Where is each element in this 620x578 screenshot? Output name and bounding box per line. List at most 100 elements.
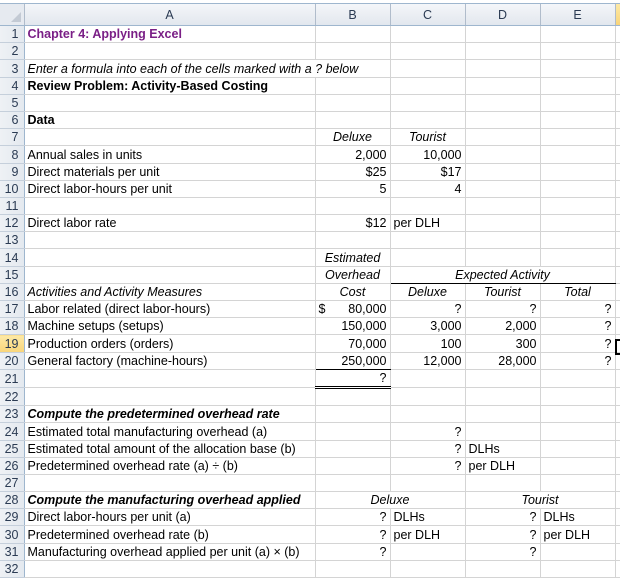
row-header-selected[interactable]: 19 bbox=[0, 334, 25, 353]
cell-d8[interactable] bbox=[465, 145, 541, 164]
cell-c29[interactable]: DLHs bbox=[390, 508, 466, 527]
row-header[interactable]: 8 bbox=[0, 145, 25, 164]
cell-b1[interactable] bbox=[315, 25, 391, 44]
row-header[interactable]: 27 bbox=[0, 474, 25, 493]
cell-e32[interactable] bbox=[540, 560, 616, 578]
cell-b10[interactable]: 5 bbox=[315, 180, 391, 198]
column-header-a[interactable]: A bbox=[24, 4, 316, 26]
cell-a1[interactable]: Chapter 4: Applying Excel bbox=[24, 25, 316, 44]
cell-c21[interactable] bbox=[390, 369, 466, 388]
cell-d20[interactable]: 28,000 bbox=[465, 352, 541, 370]
cell-b15[interactable]: Overhead bbox=[315, 266, 391, 284]
row-header[interactable]: 30 bbox=[0, 525, 25, 544]
cell-a23[interactable]: Compute the predetermined overhead rate bbox=[24, 405, 316, 424]
cell-d25[interactable]: DLHs bbox=[465, 440, 541, 458]
row-header[interactable]: 15 bbox=[0, 266, 25, 284]
cell-e27[interactable] bbox=[540, 474, 616, 493]
cell-c6[interactable] bbox=[390, 111, 466, 130]
cell-a10[interactable]: Direct labor-hours per unit bbox=[24, 180, 316, 198]
cell-e17[interactable]: ? bbox=[540, 300, 616, 319]
cell-e9[interactable] bbox=[540, 163, 616, 181]
cell-c12[interactable]: per DLH bbox=[390, 214, 466, 233]
row-header[interactable]: 16 bbox=[0, 283, 25, 302]
cell-c26[interactable]: ? bbox=[390, 457, 466, 475]
cell-f22[interactable] bbox=[615, 387, 620, 407]
cell-c13[interactable] bbox=[390, 231, 466, 250]
cell-f27[interactable] bbox=[615, 474, 620, 493]
cell-a20[interactable]: General factory (machine-hours) bbox=[24, 352, 316, 370]
cell-c16[interactable]: Deluxe bbox=[390, 283, 466, 302]
row-header[interactable]: 23 bbox=[0, 405, 25, 424]
cell-b2[interactable] bbox=[315, 42, 391, 61]
select-all-button[interactable] bbox=[0, 4, 25, 26]
row-header[interactable]: 3 bbox=[0, 59, 25, 78]
cell-e3[interactable] bbox=[540, 59, 616, 78]
cell-e26[interactable] bbox=[540, 457, 616, 475]
cell-a26[interactable]: Predetermined overhead rate (a) ÷ (b) bbox=[24, 457, 316, 475]
cell-d3[interactable] bbox=[465, 59, 541, 78]
cell-c3[interactable] bbox=[390, 59, 466, 78]
row-header[interactable]: 21 bbox=[0, 369, 25, 388]
column-header-e[interactable]: E bbox=[540, 4, 616, 26]
cell-b27[interactable] bbox=[315, 474, 391, 493]
cell-e22[interactable] bbox=[540, 387, 616, 407]
cell-a29[interactable]: Direct labor-hours per unit (a) bbox=[24, 508, 316, 527]
row-header[interactable]: 11 bbox=[0, 197, 25, 216]
cell-f3[interactable] bbox=[615, 59, 620, 78]
cell-d32[interactable] bbox=[465, 560, 541, 578]
cell-b19[interactable]: 70,000 bbox=[315, 334, 391, 353]
cell-c1[interactable] bbox=[390, 25, 466, 44]
cell-a19[interactable]: Production orders (orders) bbox=[24, 334, 316, 353]
cell-a24[interactable]: Estimated total manufacturing overhead (… bbox=[24, 422, 316, 441]
cell-e20[interactable]: ? bbox=[540, 352, 616, 370]
row-header[interactable]: 6 bbox=[0, 111, 25, 130]
cell-f6[interactable] bbox=[615, 111, 620, 130]
cell-c19[interactable]: 100 bbox=[390, 334, 466, 353]
row-header[interactable]: 18 bbox=[0, 317, 25, 336]
cell-e5[interactable] bbox=[540, 94, 616, 112]
cell-f4[interactable] bbox=[615, 77, 620, 95]
cell-d26[interactable]: per DLH bbox=[465, 457, 541, 475]
cell-f7[interactable] bbox=[615, 128, 620, 147]
cell-c10[interactable]: 4 bbox=[390, 180, 466, 198]
cell-f30[interactable] bbox=[615, 525, 620, 544]
cell-f24[interactable] bbox=[615, 422, 620, 441]
cell-b26[interactable] bbox=[315, 457, 391, 475]
cell-e14[interactable] bbox=[540, 248, 616, 267]
cell-d7[interactable] bbox=[465, 128, 541, 147]
cell-a3[interactable]: Enter a formula into each of the cells m… bbox=[24, 59, 358, 78]
cell-b18[interactable]: 150,000 bbox=[315, 317, 391, 336]
cell-b32[interactable] bbox=[315, 560, 391, 578]
cell-f26[interactable] bbox=[615, 457, 620, 475]
cell-a31[interactable]: Manufacturing overhead applied per unit … bbox=[24, 543, 316, 561]
row-header[interactable]: 32 bbox=[0, 560, 25, 578]
spreadsheet-grid[interactable]: A B C D E 1 Chapter 4: Applying Excel 2 … bbox=[0, 4, 620, 578]
cell-a9[interactable]: Direct materials per unit bbox=[24, 163, 316, 181]
cell-b12[interactable]: $12 bbox=[315, 214, 391, 233]
cell-f29[interactable] bbox=[615, 508, 620, 527]
cell-f23[interactable] bbox=[615, 405, 620, 424]
cell-c25[interactable]: ? bbox=[390, 440, 466, 458]
cell-f12[interactable] bbox=[615, 214, 620, 233]
cell-a32[interactable] bbox=[24, 560, 316, 578]
cell-b14[interactable]: Estimated bbox=[315, 248, 391, 267]
cell-c23[interactable] bbox=[390, 405, 466, 424]
cell-f1[interactable] bbox=[615, 25, 620, 44]
cell-b22[interactable] bbox=[315, 387, 391, 407]
cell-c14[interactable] bbox=[390, 248, 466, 267]
cell-d27[interactable] bbox=[465, 474, 541, 493]
cell-f17[interactable] bbox=[615, 300, 620, 319]
cell-b4[interactable] bbox=[315, 77, 391, 95]
cell-f13[interactable] bbox=[615, 231, 620, 250]
cell-e6[interactable] bbox=[540, 111, 616, 130]
cell-c9[interactable]: $17 bbox=[390, 163, 466, 181]
cell-d12[interactable] bbox=[465, 214, 541, 233]
cell-c22[interactable] bbox=[390, 387, 466, 407]
cell-e24[interactable] bbox=[540, 422, 616, 441]
cell-b21[interactable]: ? bbox=[315, 369, 391, 389]
cell-f28[interactable] bbox=[615, 491, 620, 510]
cell-b23[interactable] bbox=[315, 405, 391, 424]
cell-d13[interactable] bbox=[465, 231, 541, 250]
cell-b16[interactable]: Cost bbox=[315, 283, 391, 302]
cell-e23[interactable] bbox=[540, 405, 616, 424]
